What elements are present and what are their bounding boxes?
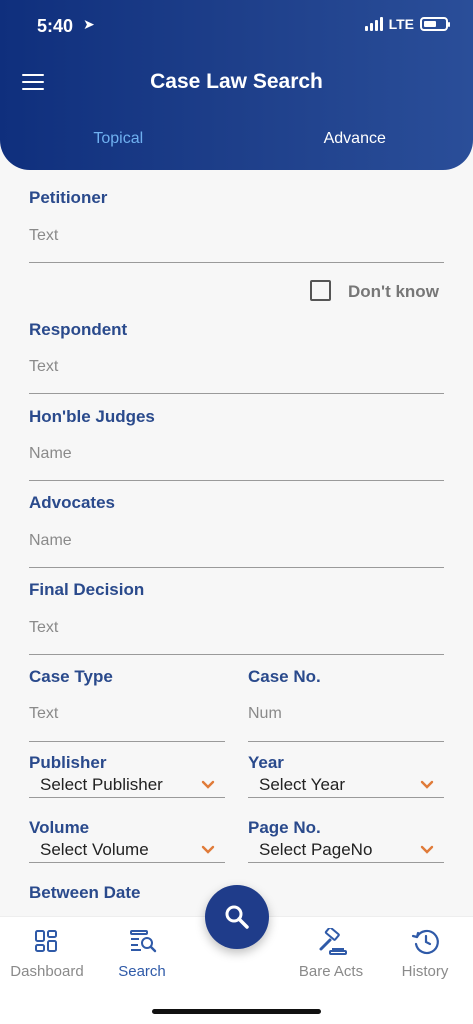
home-indicator [152,1009,321,1014]
publisher-chevron-down-icon[interactable] [201,780,215,790]
judges-underline [29,480,444,481]
signal-icon [364,17,383,31]
page-no-label: Page No. [248,818,321,837]
dont-know-checkbox[interactable] [310,280,331,301]
search-icon [225,905,249,929]
final-decision-input[interactable]: Text [29,619,58,637]
final-decision-underline [29,654,444,655]
year-select[interactable]: Select Year [259,775,345,795]
advocates-input[interactable]: Name [29,532,72,550]
page-no-underline [248,862,444,863]
petitioner-label: Petitioner [29,188,108,207]
volume-select[interactable]: Select Volume [40,840,149,860]
petitioner-underline [29,262,444,263]
nav-history-label: History [401,963,449,980]
respondent-underline [29,393,444,394]
publisher-label: Publisher [29,753,107,772]
respondent-input[interactable]: Text [29,358,58,376]
nav-bare-acts-label: Bare Acts [298,963,364,980]
status-indicators: LTE [364,16,450,32]
dashboard-icon [35,930,57,952]
judges-input[interactable]: Name [29,445,72,463]
page-no-select[interactable]: Select PageNo [259,840,372,860]
between-date-label: Between Date [29,883,141,902]
final-decision-label: Final Decision [29,580,145,599]
volume-chevron-down-icon[interactable] [201,845,215,855]
case-no-input[interactable]: Num [248,705,282,723]
advocates-label: Advocates [29,493,115,512]
case-no-underline [248,741,444,742]
respondent-label: Respondent [29,320,128,339]
search-button[interactable] [205,885,269,949]
dont-know-label: Don't know [348,282,439,301]
volume-label: Volume [29,818,90,837]
gavel-icon [319,928,347,955]
publisher-underline [29,797,225,798]
year-chevron-down-icon[interactable] [420,780,434,790]
search-doc-icon [130,930,157,953]
app-header: 5:40 ➤ LTE Case Law Search Topical Advan… [0,0,473,170]
status-time: 5:40 [37,16,74,36]
location-arrow-icon: ➤ [83,16,95,32]
tab-topical[interactable]: Topical [0,130,237,148]
tab-advance[interactable]: Advance [237,130,473,148]
page-no-chevron-down-icon[interactable] [420,845,434,855]
judges-label: Hon'ble Judges [29,407,155,426]
case-type-underline [29,741,225,742]
page-title: Case Law Search [150,70,323,93]
nav-dashboard-label: Dashboard [10,963,84,980]
history-icon [411,929,439,955]
nav-search-label: Search [118,963,166,980]
case-type-label: Case Type [29,667,113,686]
case-no-label: Case No. [248,667,321,686]
year-underline [248,797,444,798]
network-type: LTE [388,16,414,32]
case-type-input[interactable]: Text [29,705,58,723]
year-label: Year [248,753,284,772]
petitioner-input[interactable]: Text [29,227,58,245]
battery-icon [420,17,450,31]
publisher-select[interactable]: Select Publisher [40,775,163,795]
tab-bar: Topical Advance [0,130,473,148]
volume-underline [29,862,225,863]
advocates-underline [29,567,444,568]
